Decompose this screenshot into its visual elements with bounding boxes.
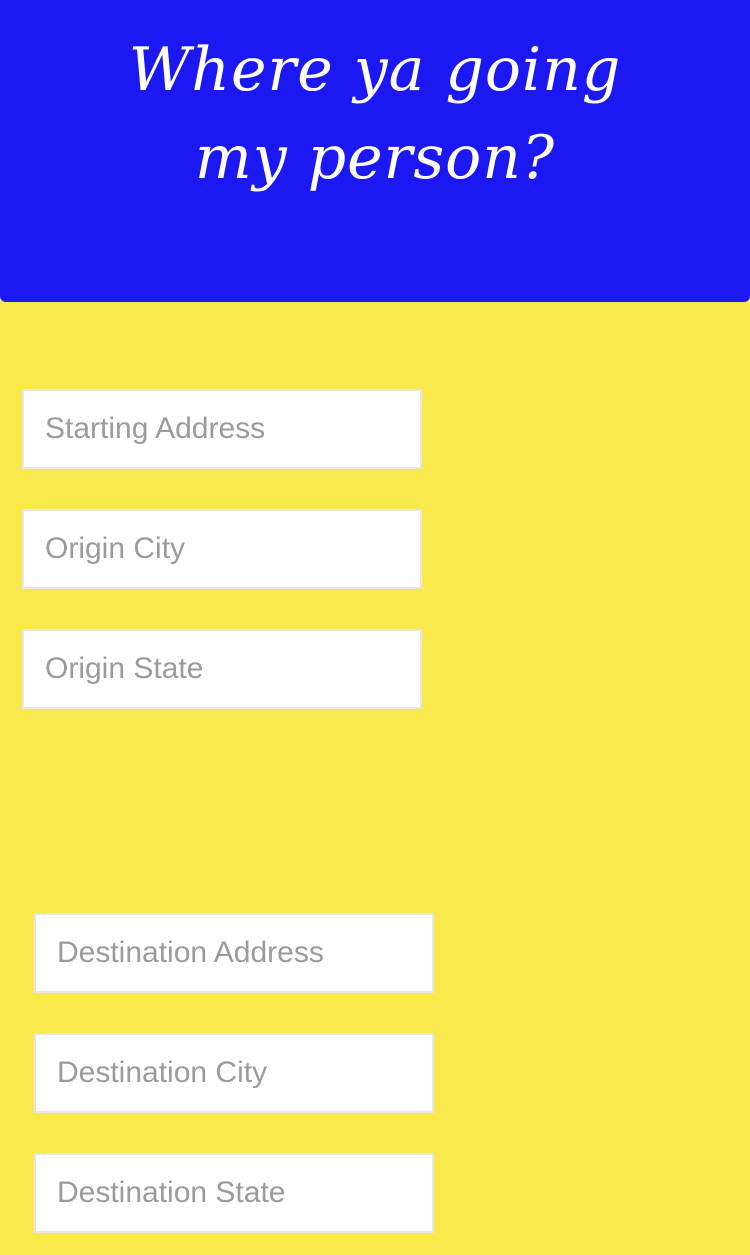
destination-city-input[interactable]: [34, 1033, 434, 1113]
destination-state-input[interactable]: [34, 1153, 434, 1233]
origin-state-input[interactable]: [22, 629, 422, 709]
origin-city-input[interactable]: [22, 509, 422, 589]
page-header: Where ya going my person?: [0, 0, 750, 302]
destination-address-input[interactable]: [34, 913, 434, 993]
starting-address-input[interactable]: [22, 389, 422, 469]
page-title: Where ya going my person?: [128, 35, 622, 193]
